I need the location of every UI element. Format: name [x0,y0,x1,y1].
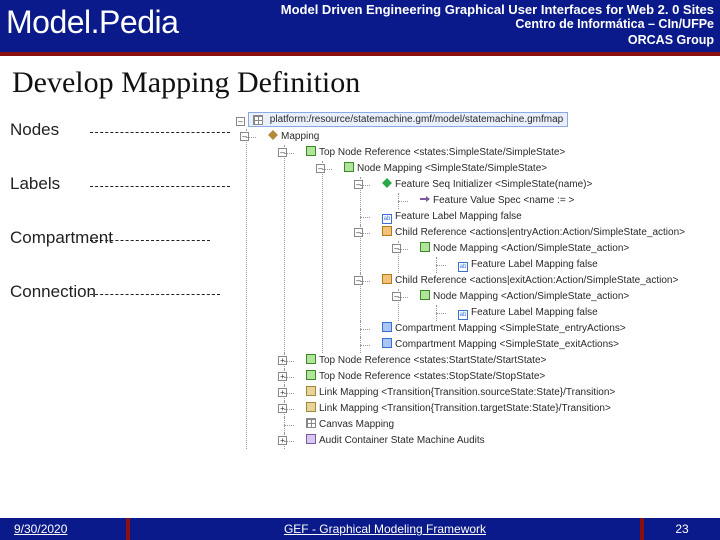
tree-label: Child Reference <actions|exitAction:Acti… [395,275,678,286]
concept-nodes: Nodes [10,120,230,140]
toggle-icon[interactable]: + [278,372,287,381]
toggle-icon[interactable]: – [240,132,249,141]
tree-nodemapping[interactable]: –Node Mapping <SimpleState/SimpleState> … [316,161,720,353]
compartment-icon [382,338,392,348]
tree-column: – platform:/resource/statemachine.gmf/mo… [230,112,720,502]
tree-mapping[interactable]: – Mapping – Top Node Reference <states:Sim… [240,129,720,449]
ab-icon: ab [458,262,468,272]
tree-label: Top Node Reference <states:StartState/St… [319,355,546,366]
header-right: Model Driven Engineering Graphical User … [281,2,714,48]
tree-label-mapping[interactable]: abFeature Label Mapping false [430,305,720,321]
tree-label: Feature Label Mapping false [471,307,598,318]
toggle-icon[interactable]: – [278,148,287,157]
audit-icon [306,434,316,444]
tree-label-mapping[interactable]: abFeature Label Mapping false [430,257,720,273]
tree-label: Canvas Mapping [319,419,394,430]
diamond-icon [382,178,392,188]
tree-compartment-entry[interactable]: Compartment Mapping <SimpleState_entryAc… [354,321,720,337]
link-icon [306,386,316,396]
tree-label: Child Reference <actions|entryAction:Act… [395,227,685,238]
tree-childmap-entry[interactable]: – Node Mapping <Action/SimpleState_action… [392,241,720,273]
tree-label: Top Node Reference <states:StopState/Sto… [319,371,545,382]
tree-label: Mapping [281,131,319,142]
header-title: Model Driven Engineering Graphical User … [281,2,714,17]
toggle-icon[interactable]: + [278,356,287,365]
tree-link-target[interactable]: + Link Mapping <Transition{Transition.tar… [278,401,720,417]
tree-topnode-stop[interactable]: + Top Node Reference <states:StopState/St… [278,369,720,385]
ab-icon: ab [458,310,468,320]
footer-date: 9/30/2020 [0,518,130,540]
ab-icon: ab [382,214,392,224]
slide-body: Nodes Labels Compartment Connection – pl… [0,112,720,502]
tree-feature-value[interactable]: Feature Value Spec <name := > [392,193,720,209]
tree-label: Top Node Reference <states:SimpleState/S… [319,147,565,158]
toggle-icon[interactable]: + [278,436,287,445]
tree-label: Link Mapping <Transition{Transition.targ… [319,403,611,414]
node-icon [306,146,316,156]
canvas-icon [306,418,316,428]
toggle-icon[interactable]: – [316,164,325,173]
tree-topnode-start[interactable]: + Top Node Reference <states:StartState/S… [278,353,720,369]
header-subtitle-1: Centro de Informática – CIn/UFPe [281,17,714,33]
tree-topnode-simplestate[interactable]: – Top Node Reference <states:SimpleState/… [278,145,720,353]
compartment-icon [382,322,392,332]
tree-root-label: platform:/resource/statemachine.gmf/mode… [270,114,563,125]
toggle-icon[interactable]: – [354,276,363,285]
arrow-icon [420,194,430,204]
concept-labels: Labels [10,174,230,194]
tree-label: Node Mapping <Action/SimpleState_action> [433,243,629,254]
toggle-icon[interactable]: – [354,228,363,237]
node-icon [306,370,316,380]
toggle-icon[interactable]: + [278,404,287,413]
tree-childref-exit[interactable]: – Child Reference <actions|exitAction:Act… [354,273,720,321]
tree-label: Node Mapping <Action/SimpleState_action> [433,291,629,302]
tree-canvas[interactable]: Canvas Mapping [278,417,720,433]
tree-label: Node Mapping <SimpleState/SimpleState> [357,163,547,174]
toggle-root[interactable]: – [236,117,245,126]
tree-label-mapping[interactable]: abFeature Label Mapping false [354,209,720,225]
child-icon [382,226,392,236]
node-icon [344,162,354,172]
node-icon [306,354,316,364]
file-icon [253,115,263,125]
brand-logo: Model.Pedia [6,4,178,41]
tree-childmap-exit[interactable]: – Node Mapping <Action/SimpleState_action… [392,289,720,321]
diamond-icon [268,130,278,140]
tree-label: Feature Seq Initializer <SimpleState(nam… [395,179,592,190]
header-subtitle-2: ORCAS Group [281,33,714,49]
slide-header: Model.Pedia Model Driven Engineering Gra… [0,0,720,56]
toggle-icon[interactable]: + [278,388,287,397]
tree-feature-init[interactable]: – Feature Seq Initializer <SimpleState(na… [354,177,720,209]
tree-root-row[interactable]: platform:/resource/statemachine.gmf/mode… [248,112,568,127]
concepts-column: Nodes Labels Compartment Connection [0,112,230,502]
node-icon [420,290,430,300]
tree-compartment-exit[interactable]: Compartment Mapping <SimpleState_exitAct… [354,337,720,353]
tree-label: Feature Label Mapping false [395,211,522,222]
concept-connection: Connection [10,282,230,302]
tree-childref-entry[interactable]: – Child Reference <actions|entryAction:Ac… [354,225,720,273]
toggle-icon[interactable]: – [354,180,363,189]
tree-link-source[interactable]: + Link Mapping <Transition{Transition.sou… [278,385,720,401]
tree-label: Audit Container State Machine Audits [319,435,485,446]
toggle-icon[interactable]: – [392,292,401,301]
tree-label: Feature Value Spec <name := > [433,195,574,206]
page-title: Develop Mapping Definition [12,66,720,100]
tree-audit[interactable]: + Audit Container State Machine Audits [278,433,720,449]
concept-compartment: Compartment [10,228,230,248]
slide-footer: 9/30/2020 GEF - Graphical Modeling Frame… [0,518,720,540]
tree-label: Link Mapping <Transition{Transition.sour… [319,387,615,398]
tree-label: Compartment Mapping <SimpleState_exitAct… [395,339,619,350]
footer-page-number: 23 [640,518,720,540]
node-icon [420,242,430,252]
link-icon [306,402,316,412]
footer-mid: GEF - Graphical Modeling Framework [130,522,640,536]
tree: – Mapping – Top Node Reference <states:Sim… [240,129,720,449]
tree-label: Compartment Mapping <SimpleState_entryAc… [395,323,626,334]
child-icon [382,274,392,284]
tree-label: Feature Label Mapping false [471,259,598,270]
toggle-icon[interactable]: – [392,244,401,253]
